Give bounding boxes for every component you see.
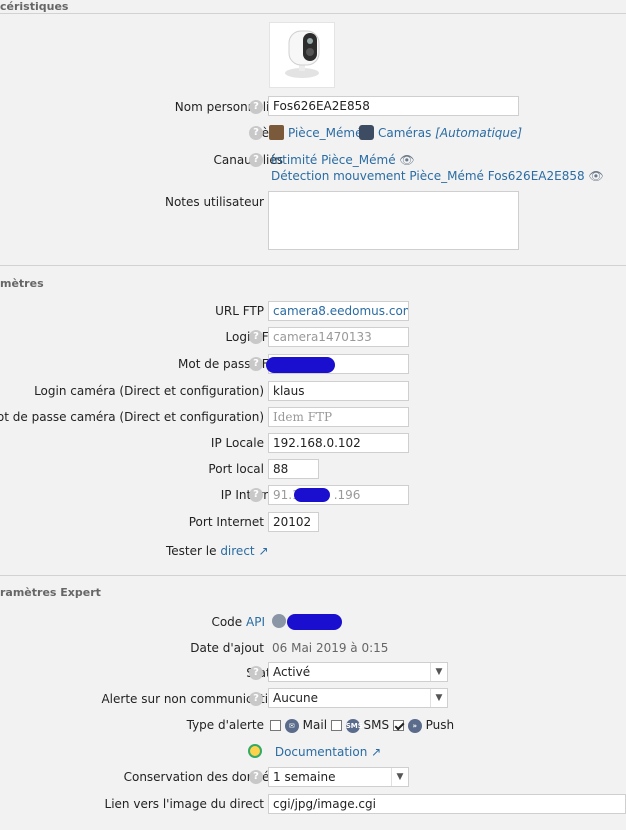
help-icon[interactable]: ?	[249, 100, 263, 114]
chevron-down-icon: ▼	[430, 689, 447, 707]
help-icon[interactable]: ?	[249, 770, 263, 784]
date-added-value: 06 Mai 2019 à 0:15	[272, 641, 389, 655]
mail-icon: ✉	[284, 718, 299, 733]
room-link[interactable]: Pièce_Mémé	[288, 124, 362, 142]
sms-checkbox[interactable]	[330, 720, 342, 731]
alert-type-options: ✉ Mail SMS SMS » Push	[270, 716, 454, 734]
notes-label: Notes utilisateur	[164, 195, 264, 209]
sms-icon: SMS	[345, 718, 363, 733]
chevron-down-icon: ▼	[391, 768, 408, 786]
external-link-icon[interactable]: ↗	[371, 745, 381, 759]
eye-icon[interactable]: 👁	[399, 153, 414, 167]
section-title-expert: ramètres Expert	[0, 586, 105, 599]
documentation-link[interactable]: Documentation	[275, 745, 368, 759]
port-local-label: Port local	[208, 462, 264, 476]
ftp-url-input[interactable]: camera8.eedomus.com	[268, 301, 409, 321]
port-internet-label: Port Internet	[188, 515, 264, 529]
redaction-mark	[287, 614, 342, 630]
api-link[interactable]: API	[246, 615, 265, 629]
section-divider	[0, 265, 626, 266]
room-category-link[interactable]: Caméras [Automatique]	[378, 124, 522, 142]
camera-password-input[interactable]: Idem FTP	[268, 407, 409, 427]
live-link-input[interactable]: cgi/jpg/image.cgi	[268, 794, 626, 814]
custom-name-input[interactable]: Fos626EA2E858	[268, 96, 519, 116]
camera-icon	[285, 30, 320, 78]
push-checkbox[interactable]	[392, 720, 404, 731]
date-added-label: Date d'ajout	[190, 641, 264, 655]
custom-name-label: Nom personnalisé	[174, 100, 283, 114]
status-select[interactable]: Activé ▼	[268, 662, 448, 682]
redaction-mark	[294, 488, 330, 502]
room-icon	[269, 125, 284, 140]
retention-select[interactable]: 1 semaine ▼	[268, 767, 409, 787]
external-link-icon[interactable]: ↗	[258, 544, 268, 558]
alert-type-label: Type d'alerte	[186, 718, 264, 732]
documentation: Documentation ↗	[248, 743, 381, 761]
camera-category-icon	[359, 125, 374, 140]
section-divider	[0, 13, 626, 14]
port-local-input[interactable]: 88	[268, 459, 319, 479]
section-title-parameters: mètres	[0, 277, 48, 290]
code-label: Code API	[211, 615, 265, 629]
port-internet-input[interactable]: 20102	[268, 512, 319, 532]
ip-local-label: IP Locale	[210, 436, 264, 450]
help-icon[interactable]: ?	[249, 126, 263, 140]
alert-select[interactable]: Aucune ▼	[268, 688, 448, 708]
help-icon[interactable]: ?	[249, 330, 263, 344]
documentation-icon	[248, 744, 262, 758]
test-direct-link[interactable]: direct	[220, 544, 254, 558]
help-icon[interactable]: ?	[249, 153, 263, 167]
ftp-url-label: URL FTP	[215, 304, 264, 318]
camera-thumbnail	[269, 22, 335, 88]
camera-login-label: Login caméra (Direct et configuration)	[34, 384, 264, 398]
ip-local-input[interactable]: 192.168.0.102	[268, 433, 409, 453]
test-direct: Tester le direct ↗	[166, 544, 269, 558]
ip-internet-input[interactable]: 91.1.196	[268, 485, 409, 505]
camera-login-input[interactable]: klaus	[268, 381, 409, 401]
ftp-login-input[interactable]: camera1470133	[268, 327, 409, 347]
push-icon: »	[407, 718, 422, 733]
help-icon[interactable]: ?	[249, 357, 263, 371]
eye-icon[interactable]: 👁	[588, 169, 603, 183]
key-icon[interactable]	[272, 614, 286, 628]
notes-textarea[interactable]	[268, 191, 519, 250]
mail-checkbox[interactable]	[270, 720, 281, 731]
section-divider	[0, 575, 626, 576]
section-title-characteristics: céristiques	[0, 0, 73, 13]
linked-channel-2[interactable]: Détection mouvement Pièce_Mémé Fos626EA2…	[271, 167, 604, 185]
redaction-mark	[266, 357, 335, 373]
help-icon[interactable]: ?	[249, 666, 263, 680]
help-icon[interactable]: ?	[249, 692, 263, 706]
help-icon[interactable]: ?	[249, 488, 263, 502]
chevron-down-icon: ▼	[430, 663, 447, 681]
camera-password-label: Mot de passe caméra (Direct et configura…	[0, 410, 264, 424]
live-link-label: Lien vers l'image du direct	[104, 797, 264, 811]
